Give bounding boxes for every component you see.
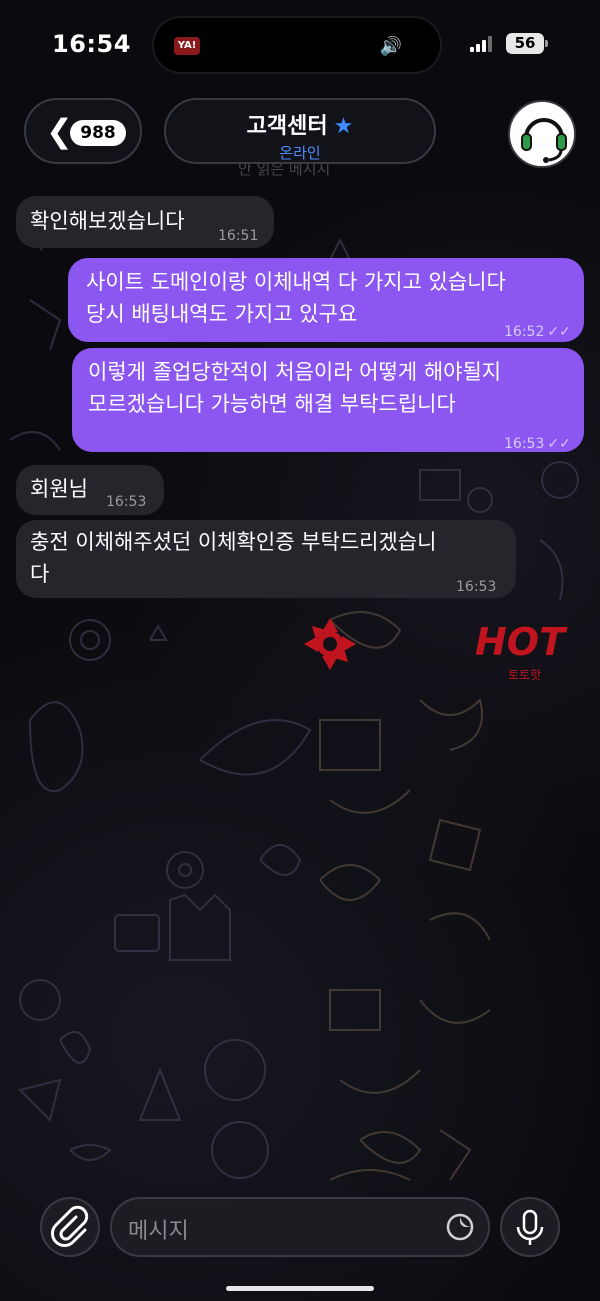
watermark-brand: HOT <box>475 620 566 664</box>
message-text: 이렇게 졸업당한적이 처음이라 어떻게 해야될지 <box>88 360 502 384</box>
clock: 16:54 <box>52 30 131 58</box>
chat-status: 온라인 <box>279 144 321 162</box>
battery-indicator: 56 <box>506 33 548 54</box>
dynamic-island: YA! 🔊 <box>152 16 442 74</box>
message-text: 회원님 <box>30 477 88 501</box>
message-time: 16:53 ✓✓ <box>504 436 571 452</box>
message-text: 다 <box>30 562 50 586</box>
cellular-signal-icon <box>470 36 494 52</box>
message-bubble-outgoing[interactable]: 이렇게 졸업당한적이 처음이라 어떻게 해야될지 모르겠습니다 가능하면 해결 … <box>72 348 584 452</box>
chat-title-pill[interactable]: 고객센터 ★ 온라인 <box>164 98 436 164</box>
message-text: 당시 배팅내역도 가지고 있구요 <box>86 302 358 326</box>
message-bubble-incoming[interactable]: 확인해보겠습니다 16:51 <box>16 196 274 248</box>
chat-title: 고객센터 <box>246 114 328 139</box>
unread-count-badge: 988 <box>70 120 126 146</box>
read-check-icon: ✓✓ <box>547 436 571 452</box>
message-bubble-incoming[interactable]: 충전 이체해주셨던 이체확인증 부탁드리겠습니 다 16:53 <box>16 520 516 598</box>
read-check-icon: ✓✓ <box>547 324 571 340</box>
app-activity-icon: YA! <box>174 37 200 55</box>
status-bar: 16:54 YA! 🔊 56 <box>0 0 600 90</box>
avatar[interactable] <box>508 100 576 168</box>
watermark: HOT 토토핫 <box>300 612 600 692</box>
home-indicator[interactable] <box>226 1286 374 1291</box>
sticker-icon[interactable] <box>446 1213 474 1241</box>
paperclip-icon <box>51 1205 89 1247</box>
back-button[interactable]: ❮ 988 <box>24 98 142 164</box>
attach-button[interactable] <box>40 1197 100 1257</box>
message-text: 모르겠습니다 가능하면 해결 부탁드립니다 <box>88 392 456 416</box>
message-bubble-outgoing[interactable]: 사이트 도메인이랑 이체내역 다 가지고 있습니다 당시 배팅내역도 가지고 있… <box>68 258 584 342</box>
watermark-logo-icon <box>304 618 356 670</box>
message-input[interactable]: 메시지 <box>110 1197 490 1257</box>
message-input-placeholder: 메시지 <box>128 1219 189 1244</box>
message-text: 확인해보겠습니다 <box>30 209 185 233</box>
message-time: 16:52 ✓✓ <box>504 324 571 340</box>
message-bubble-incoming[interactable]: 회원님 16:53 <box>16 465 164 515</box>
message-time: 16:53 <box>456 579 497 595</box>
voice-message-button[interactable] <box>500 1197 560 1257</box>
message-text: 충전 이체해주셨던 이체확인증 부탁드리겠습니 <box>30 530 437 554</box>
back-chevron-icon: ❮ <box>46 112 73 150</box>
message-time: 16:53 <box>106 494 147 510</box>
mic-icon <box>516 1209 544 1245</box>
message-text: 사이트 도메인이랑 이체내역 다 가지고 있습니다 <box>86 270 506 294</box>
star-icon: ★ <box>333 114 354 139</box>
message-time: 16:51 <box>218 228 259 244</box>
speaker-icon: 🔊 <box>379 36 402 57</box>
watermark-subtitle: 토토핫 <box>508 668 542 682</box>
